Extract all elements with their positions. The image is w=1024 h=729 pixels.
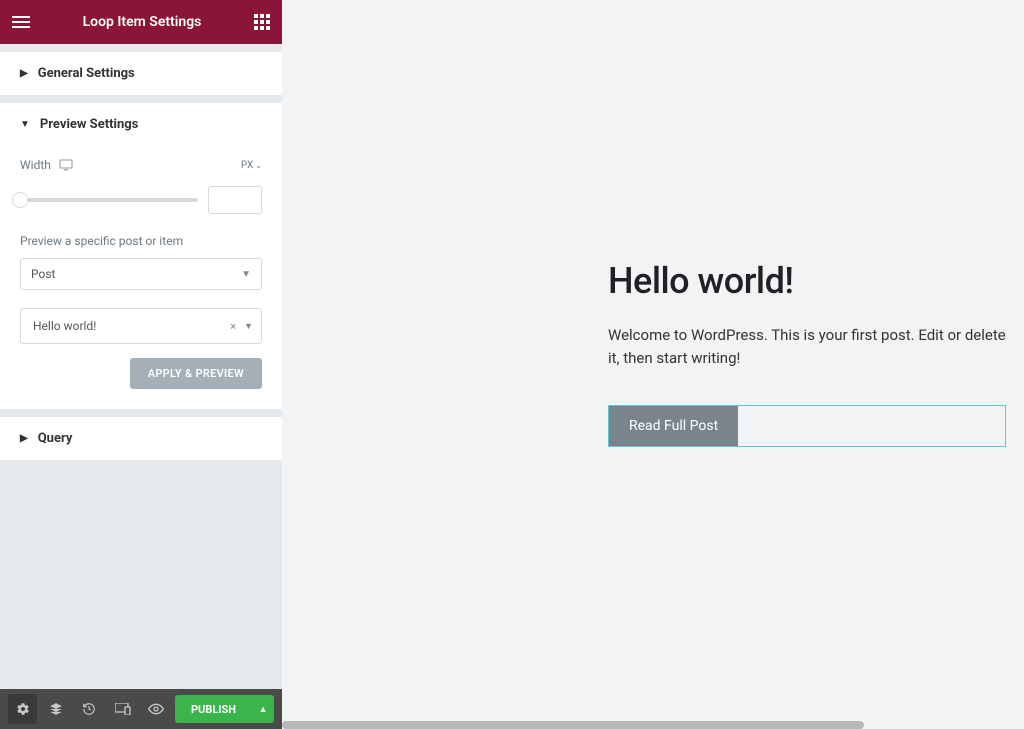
post-type-select[interactable]: Post ▼ [20,258,262,290]
section-label: Preview Settings [40,117,138,132]
width-label: Width [20,158,51,172]
navigator-icon[interactable] [41,694,70,724]
settings-icon[interactable] [8,694,37,724]
post-excerpt: Welcome to WordPress. This is your first… [608,324,1006,371]
section-label: General Settings [38,66,135,81]
section-query: ▶ Query [0,417,282,460]
unit-label: PX [241,160,253,171]
preview-icon[interactable] [142,694,171,724]
post-title: Hello world! [608,260,1006,302]
widgets-icon[interactable] [254,14,270,30]
chevron-down-icon: ⌄ [255,161,262,170]
post-type-value: Post [31,267,55,281]
horizontal-scrollbar[interactable] [282,721,1024,729]
preview-canvas: Hello world! Welcome to WordPress. This … [282,0,1024,729]
settings-sidebar: Loop Item Settings ▶ General Settings ▼ … [0,0,282,729]
section-label: Query [38,431,73,446]
section-general: ▶ General Settings [0,52,282,95]
specific-post-label: Preview a specific post or item [20,234,262,248]
post-select[interactable]: Hello world! × ▼ [20,308,262,344]
caret-right-icon: ▶ [20,68,28,79]
caret-right-icon: ▶ [20,433,28,444]
sidebar-title: Loop Item Settings [30,14,254,30]
width-slider[interactable] [20,198,198,202]
section-header-general[interactable]: ▶ General Settings [0,52,282,95]
responsive-icon[interactable] [108,694,137,724]
section-header-preview[interactable]: ▼ Preview Settings [0,103,282,146]
menu-icon[interactable] [12,10,30,34]
publish-button[interactable]: PUBLISH [175,695,252,723]
section-header-query[interactable]: ▶ Query [0,417,282,460]
chevron-down-icon: ▼ [244,321,253,332]
clear-icon[interactable]: × [230,320,236,333]
apply-preview-button[interactable]: APPLY & PREVIEW [130,358,262,389]
publish-options-button[interactable]: ▲ [252,695,274,723]
slider-thumb[interactable] [12,192,28,208]
unit-selector[interactable]: PX ⌄ [241,160,262,171]
read-full-post-button[interactable]: Read Full Post [609,406,738,446]
sidebar-header: Loop Item Settings [0,0,282,44]
button-widget-selected[interactable]: Read Full Post [608,405,1006,447]
bottom-bar: PUBLISH ▲ [0,689,282,729]
desktop-icon[interactable] [59,159,73,171]
panel-body: ▶ General Settings ▼ Preview Settings Wi… [0,44,282,689]
chevron-down-icon: ▼ [241,269,251,280]
width-input[interactable] [208,186,262,214]
loop-item-preview: Hello world! Welcome to WordPress. This … [608,260,1006,447]
history-icon[interactable] [75,694,104,724]
section-preview: ▼ Preview Settings Width PX ⌄ [0,103,282,409]
selected-post-value: Hello world! [29,319,100,333]
caret-down-icon: ▼ [20,119,30,130]
